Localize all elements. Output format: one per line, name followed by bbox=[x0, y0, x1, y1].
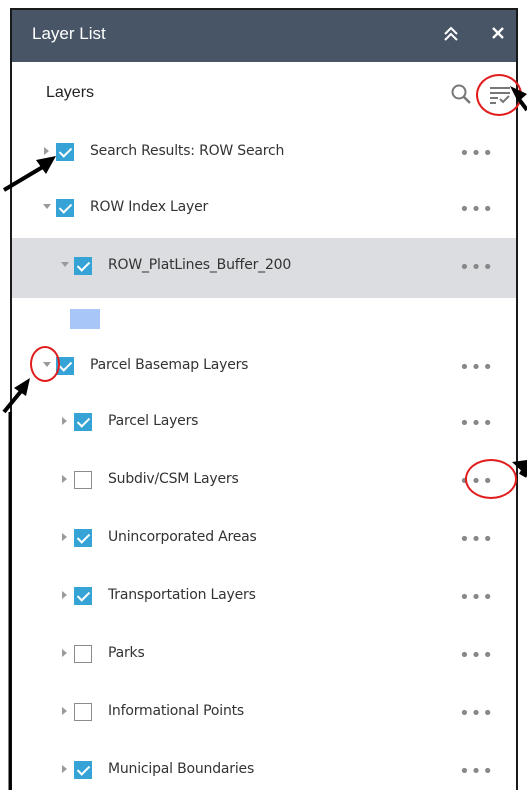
annotation-arrows bbox=[2, 86, 527, 790]
annotation-arrow-expander bbox=[2, 388, 24, 414]
annotation-arrowhead-filter bbox=[510, 86, 527, 102]
annotation-arrowhead-expander bbox=[14, 378, 30, 396]
annotation-arrow-search-results bbox=[2, 163, 48, 192]
